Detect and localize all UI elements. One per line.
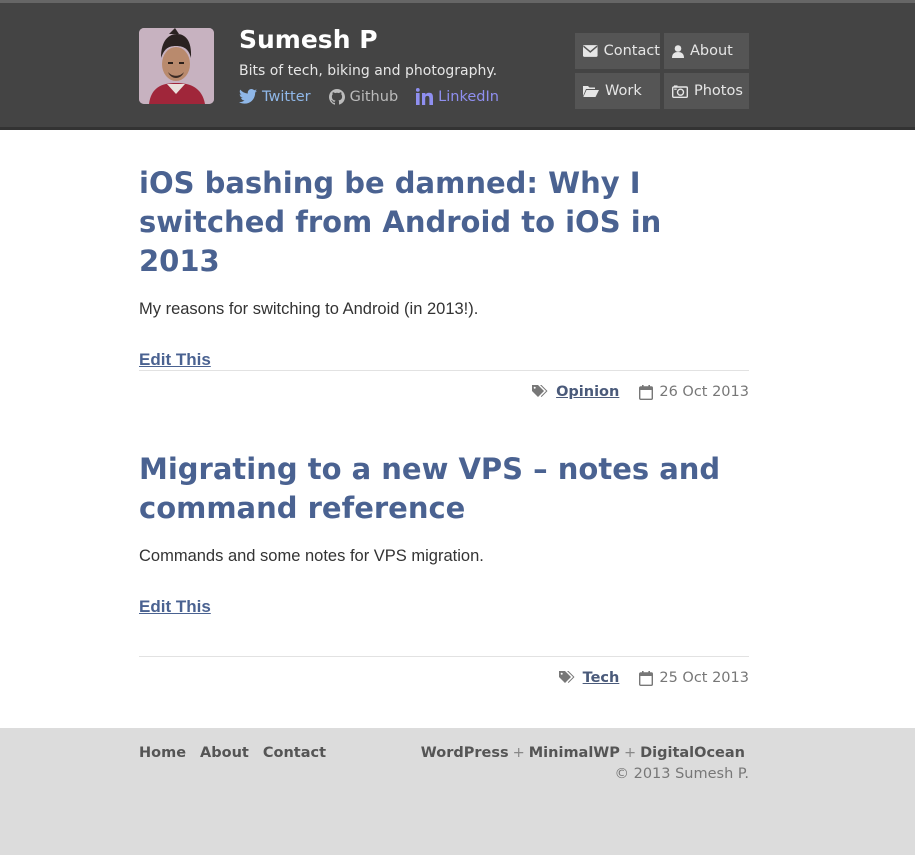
- post-item: Migrating to a new VPS – notes and comma…: [139, 450, 749, 686]
- footer-contact-link[interactable]: Contact: [263, 745, 326, 761]
- site-footer: Home About Contact WordPress + MinimalWP + D…: [0, 728, 915, 852]
- github-icon: [328, 88, 345, 105]
- footer-home-link[interactable]: Home: [139, 745, 186, 761]
- content-area: iOS bashing be damned: Why I switched fr…: [0, 130, 915, 728]
- plus-separator: +: [623, 745, 637, 761]
- avatar[interactable]: [139, 28, 214, 104]
- user-icon: [672, 44, 684, 58]
- tags-icon: [558, 671, 575, 683]
- calendar-icon: [639, 670, 654, 686]
- post-meta: Opinion 26 Oct 2013: [532, 384, 749, 400]
- github-link[interactable]: Github: [328, 88, 399, 105]
- post-excerpt: Commands and some notes for VPS migratio…: [139, 547, 484, 565]
- nav-work-button[interactable]: Work: [575, 73, 660, 109]
- calendar-icon: [639, 384, 654, 400]
- post-category-link[interactable]: Tech: [583, 670, 620, 686]
- post-category-link[interactable]: Opinion: [556, 384, 619, 400]
- site-title[interactable]: Sumesh P: [239, 25, 378, 54]
- twitter-label: Twitter: [262, 88, 311, 105]
- copyright-text: © 2013 Sumesh P.: [614, 766, 749, 782]
- social-links: Twitter Github LinkedIn: [239, 88, 499, 105]
- camera-icon: [672, 84, 688, 98]
- nav-photos-button[interactable]: Photos: [664, 73, 749, 109]
- linkedin-icon: [416, 88, 434, 105]
- github-label: Github: [349, 88, 399, 105]
- footer-credits: WordPress + MinimalWP + DigitalOcean: [421, 745, 745, 761]
- post-excerpt: My reasons for switching to Android (in …: [139, 300, 479, 318]
- main-nav: Contact About Work Photos: [575, 33, 749, 109]
- folder-open-icon: [583, 86, 599, 97]
- post-title[interactable]: Migrating to a new VPS – notes and comma…: [139, 450, 749, 528]
- post-divider: [139, 656, 749, 657]
- digitalocean-link[interactable]: DigitalOcean: [640, 745, 745, 761]
- footer-nav: Home About Contact: [139, 745, 326, 761]
- minimalwp-link[interactable]: MinimalWP: [529, 745, 620, 761]
- post-title[interactable]: iOS bashing be damned: Why I switched fr…: [139, 164, 749, 281]
- post-divider: [139, 370, 749, 371]
- twitter-icon: [239, 89, 257, 104]
- site-tagline: Bits of tech, biking and photography.: [239, 63, 498, 79]
- twitter-link[interactable]: Twitter: [239, 88, 311, 105]
- nav-about-label: About: [690, 43, 733, 59]
- edit-post-link[interactable]: Edit This: [139, 597, 211, 617]
- tags-icon: [532, 385, 548, 397]
- linkedin-link[interactable]: LinkedIn: [416, 88, 499, 105]
- nav-contact-label: Contact: [603, 43, 660, 59]
- edit-post-link[interactable]: Edit This: [139, 350, 211, 370]
- nav-contact-button[interactable]: Contact: [575, 33, 660, 69]
- post-date: 25 Oct 2013: [659, 670, 749, 686]
- nav-work-label: Work: [605, 83, 642, 99]
- footer-about-link[interactable]: About: [200, 745, 249, 761]
- site-header: Sumesh P Bits of tech, biking and photog…: [0, 3, 915, 130]
- wordpress-link[interactable]: WordPress: [421, 745, 509, 761]
- nav-photos-label: Photos: [694, 83, 743, 99]
- nav-about-button[interactable]: About: [664, 33, 749, 69]
- envelope-icon: [583, 45, 598, 57]
- post-date: 26 Oct 2013: [659, 384, 749, 400]
- post-meta: Tech 25 Oct 2013: [558, 670, 749, 686]
- plus-separator: +: [512, 745, 525, 761]
- post-item: iOS bashing be damned: Why I switched fr…: [139, 164, 749, 400]
- linkedin-label: LinkedIn: [438, 88, 499, 105]
